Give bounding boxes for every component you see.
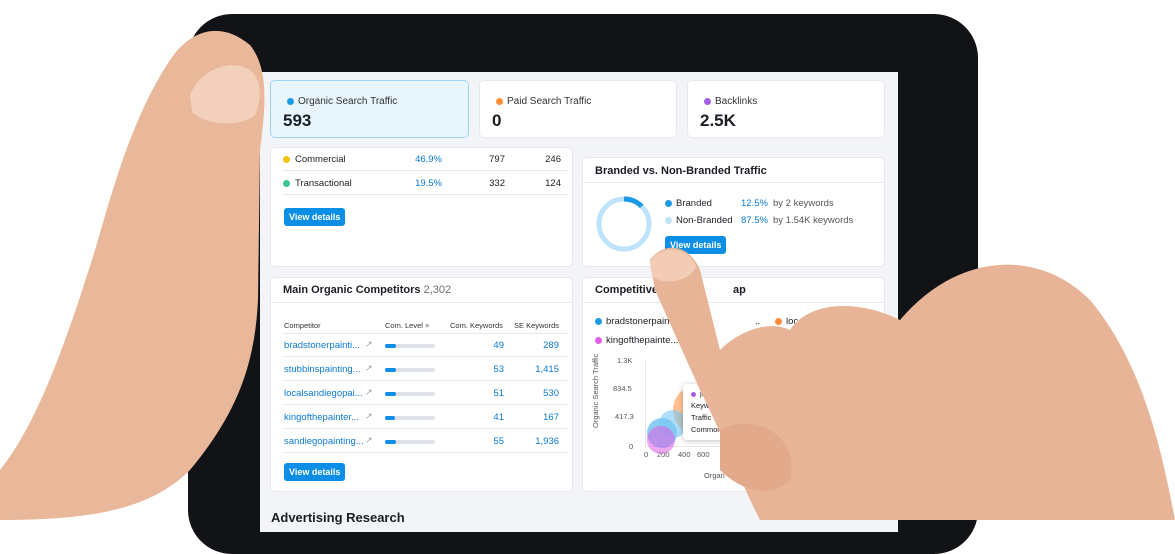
hands-photo <box>0 30 1175 520</box>
